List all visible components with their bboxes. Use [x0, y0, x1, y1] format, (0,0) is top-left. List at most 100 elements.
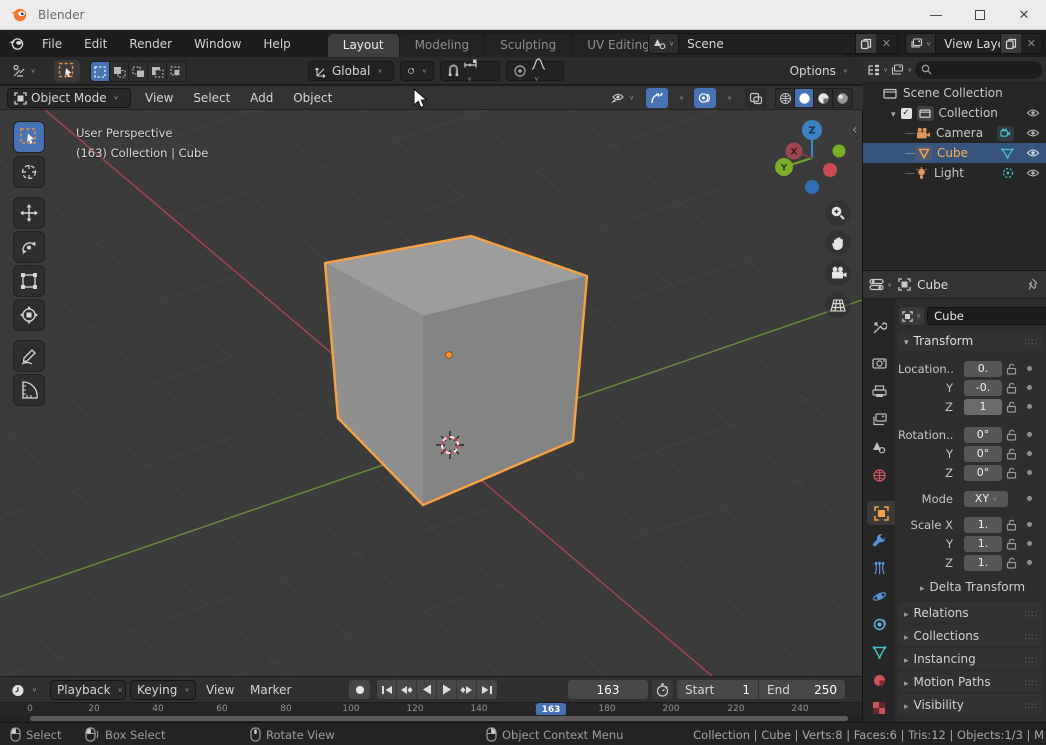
- outliner-display-mode-dropdown[interactable]: [867, 64, 888, 76]
- outliner-row-cube[interactable]: Cube: [863, 143, 1046, 163]
- object-visibility-dropdown[interactable]: [603, 88, 641, 108]
- 3d-viewport[interactable]: User Perspective (163) Collection | Cube…: [0, 110, 863, 676]
- menu-window[interactable]: Window: [183, 30, 252, 57]
- tab-render[interactable]: [865, 351, 893, 375]
- select-mode-invert[interactable]: [148, 62, 167, 81]
- location-z-field[interactable]: 1: [964, 398, 1002, 415]
- minimize-button[interactable]: —: [914, 0, 958, 30]
- animate-dot[interactable]: [1027, 451, 1032, 456]
- tool-select-box[interactable]: [14, 122, 44, 152]
- falloff-dropdown[interactable]: [531, 58, 546, 84]
- animate-dot[interactable]: [1027, 385, 1032, 390]
- lock-icon[interactable]: [1006, 401, 1017, 413]
- delta-transform-panel[interactable]: Delta Transform: [898, 578, 1043, 596]
- tab-object[interactable]: [867, 501, 895, 525]
- pan-button[interactable]: [825, 230, 851, 256]
- rotation-mode-dropdown[interactable]: XY: [964, 490, 1008, 507]
- tool-rotate[interactable]: [14, 232, 44, 262]
- lock-icon[interactable]: [1006, 557, 1017, 569]
- tool-move[interactable]: [14, 198, 44, 228]
- hide-eye-icon[interactable]: [1026, 128, 1040, 138]
- lock-icon[interactable]: [1006, 429, 1017, 441]
- axis-z-neg-ball[interactable]: [805, 180, 819, 194]
- panel-grip[interactable]: [1025, 698, 1038, 712]
- lock-icon[interactable]: [1006, 467, 1017, 479]
- panel-grip[interactable]: [1025, 652, 1038, 666]
- tab-world[interactable]: [865, 463, 893, 487]
- start-frame-field[interactable]: Start 1: [677, 680, 759, 699]
- tab-layout[interactable]: Layout: [327, 34, 400, 57]
- view-layer-remove-icon[interactable]: ✕: [1021, 37, 1042, 50]
- blender-app-icon[interactable]: [8, 37, 25, 51]
- location-y-field[interactable]: -0.: [964, 379, 1002, 396]
- play-button[interactable]: [437, 680, 457, 699]
- outliner-row-camera[interactable]: Camera: [863, 123, 1046, 143]
- view-layer-browse-button[interactable]: [906, 34, 937, 53]
- animate-dot[interactable]: [1027, 522, 1032, 527]
- perspective-toggle-button[interactable]: [825, 292, 851, 318]
- gizmos-toggle[interactable]: [646, 88, 668, 108]
- camera-view-button[interactable]: [825, 260, 851, 286]
- overlays-toggle[interactable]: [694, 88, 716, 108]
- tab-modifiers[interactable]: [865, 528, 893, 552]
- animate-dot[interactable]: [1027, 432, 1032, 437]
- camera-data-icon[interactable]: [997, 125, 1014, 141]
- object-id-dropdown[interactable]: [899, 307, 925, 325]
- tab-object-data[interactable]: [865, 640, 893, 664]
- lock-icon[interactable]: [1006, 363, 1017, 375]
- scale-x-field[interactable]: 1.: [964, 516, 1002, 533]
- transform-panel-header[interactable]: Transform: [898, 331, 1043, 351]
- properties-editor-selector[interactable]: [869, 278, 892, 291]
- auto-keying-record-button[interactable]: [349, 680, 370, 699]
- tab-output[interactable]: [865, 379, 893, 403]
- mesh-data-icon[interactable]: [1001, 147, 1014, 159]
- outliner-filter-dropdown[interactable]: [891, 63, 912, 76]
- play-reverse-button[interactable]: [417, 680, 437, 699]
- proportional-edit-icon[interactable]: [513, 64, 527, 78]
- viewport-menu-add[interactable]: Add: [242, 86, 281, 110]
- scale-z-field[interactable]: 1.: [964, 554, 1002, 571]
- playback-menu[interactable]: Playback: [50, 680, 126, 700]
- mode-dropdown[interactable]: Object Mode: [7, 88, 131, 108]
- tool-transform[interactable]: [14, 300, 44, 330]
- viewport-menu-object[interactable]: Object: [285, 86, 340, 110]
- hide-eye-icon[interactable]: [1026, 108, 1040, 118]
- select-mode-extend[interactable]: [110, 62, 129, 81]
- outliner-row-collection[interactable]: ✓ Collection: [863, 103, 1046, 123]
- panel-grip[interactable]: [1025, 629, 1038, 643]
- animate-dot[interactable]: [1027, 470, 1032, 475]
- scene-browse-button[interactable]: [649, 34, 680, 53]
- close-button[interactable]: ✕: [1002, 0, 1046, 30]
- timeline-editor-selector[interactable]: [5, 680, 43, 700]
- end-frame-field[interactable]: End 250: [759, 680, 845, 699]
- scene-name[interactable]: Scene: [679, 37, 855, 51]
- maximize-button[interactable]: [958, 0, 1002, 30]
- panel-grip[interactable]: [1025, 334, 1038, 348]
- animate-dot[interactable]: [1027, 560, 1032, 565]
- panel-collections[interactable]: Collections: [898, 625, 1043, 646]
- shading-dropdown[interactable]: [836, 88, 854, 108]
- xray-toggle[interactable]: [745, 88, 767, 108]
- panel-visibility[interactable]: Visibility: [898, 694, 1043, 715]
- options-dropdown[interactable]: Options: [790, 61, 854, 81]
- tab-constraints[interactable]: [865, 612, 893, 636]
- tab-modeling[interactable]: Modeling: [399, 34, 486, 57]
- jump-to-end-button[interactable]: [477, 680, 497, 699]
- light-data-icon[interactable]: [1002, 167, 1014, 179]
- collection-checkbox[interactable]: ✓: [900, 107, 912, 119]
- rotation-y-field[interactable]: 0°: [964, 445, 1002, 462]
- menu-file[interactable]: File: [31, 30, 73, 57]
- transform-orientation-dropdown[interactable]: Global: [308, 61, 394, 81]
- tab-particles[interactable]: [865, 556, 893, 580]
- tab-texture[interactable]: [865, 696, 893, 720]
- editor-type-selector[interactable]: [6, 60, 42, 82]
- jump-to-start-button[interactable]: [377, 680, 397, 699]
- location-x-field[interactable]: 0.: [964, 360, 1002, 377]
- outliner-row-scene-collection[interactable]: Scene Collection: [863, 83, 1046, 103]
- tab-view-layer[interactable]: [865, 407, 893, 431]
- lock-icon[interactable]: [1006, 382, 1017, 394]
- rotation-z-field[interactable]: 0°: [964, 464, 1002, 481]
- tool-scale[interactable]: [14, 266, 44, 296]
- active-tool-button[interactable]: [54, 60, 80, 82]
- view-layer-copy-button[interactable]: [999, 34, 1021, 53]
